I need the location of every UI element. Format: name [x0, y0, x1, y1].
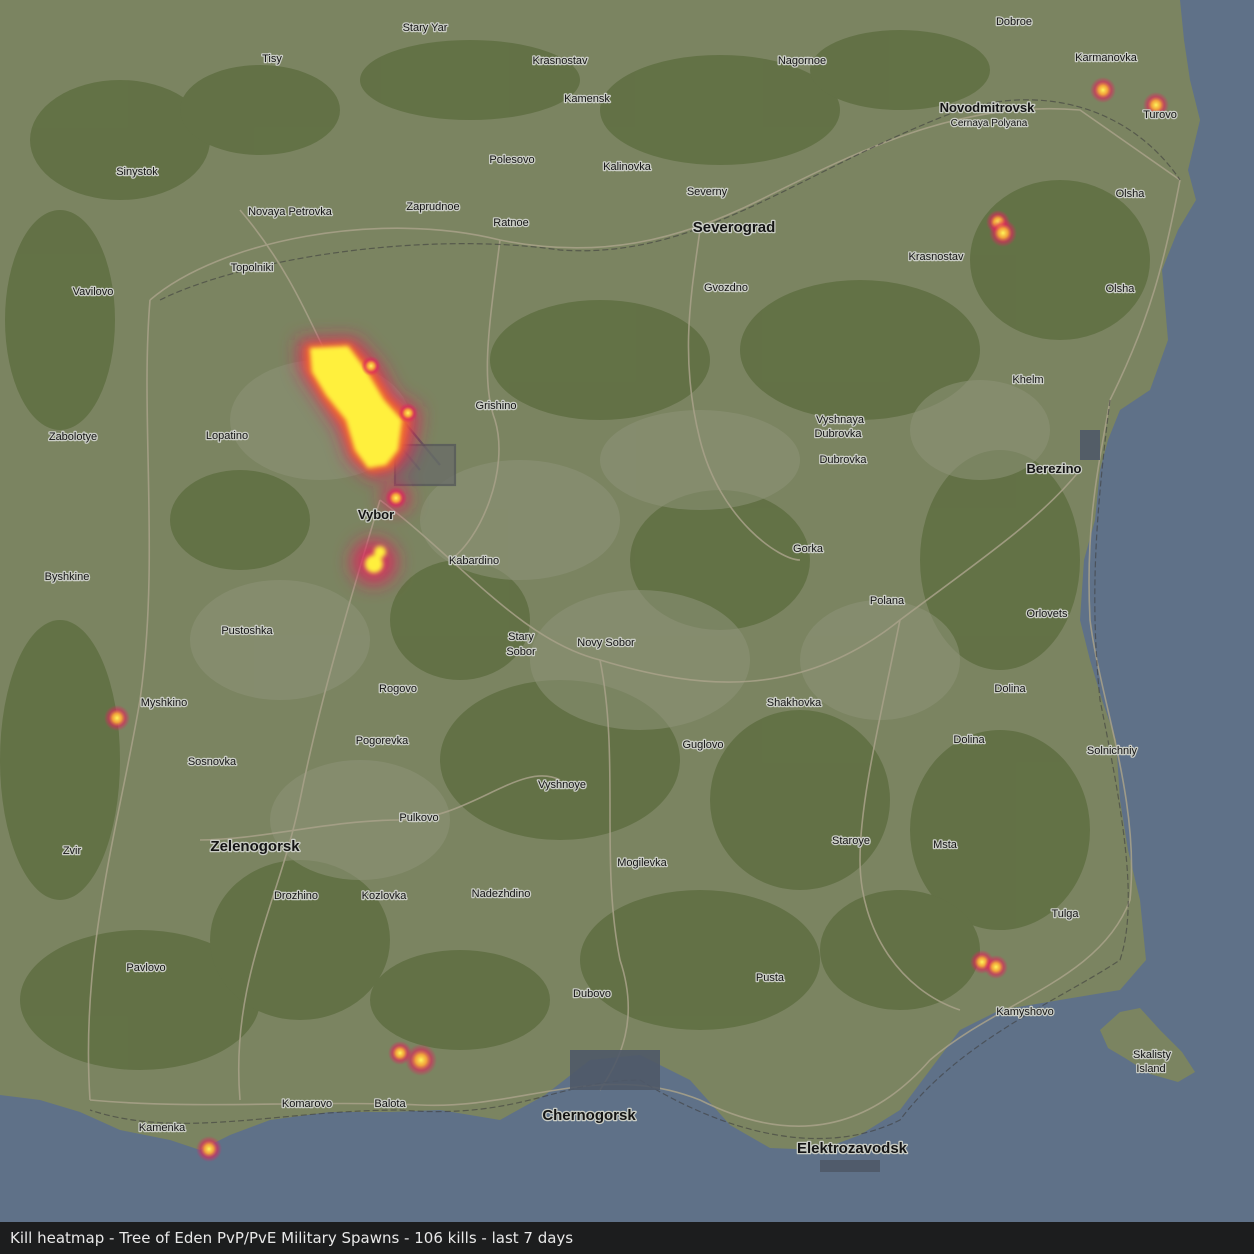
label-olsha-south: Olsha: [1106, 283, 1136, 295]
label-komarovo: Komarovo: [282, 1098, 332, 1110]
label-ratnoe: Ratnoe: [493, 217, 528, 229]
label-novaya-petrovka: Novaya Petrovka: [248, 206, 333, 218]
label-pogorevka: Pogorevka: [356, 735, 409, 747]
label-polana: Polana: [870, 595, 905, 607]
label-stary-sobor-1: Stary: [508, 631, 534, 643]
label-vybor: Vybor: [358, 507, 394, 522]
label-khelm: Khelm: [1012, 374, 1043, 386]
label-orlovets: Orlovets: [1027, 608, 1068, 620]
label-pustoshka: Pustoshka: [221, 625, 273, 637]
label-kamensk: Kamensk: [564, 93, 610, 105]
label-byshkine: Byshkine: [45, 571, 90, 583]
heat-spot: [385, 487, 407, 509]
label-sosnovka: Sosnovka: [188, 756, 237, 768]
heat-spot: [398, 403, 418, 423]
label-vyshnoye: Vyshnoye: [538, 779, 586, 791]
label-drozhino: Drozhino: [274, 890, 318, 902]
label-dolina: Dolina: [953, 734, 985, 746]
label-novodmitrovsk: Novodmitrovsk: [940, 100, 1035, 115]
label-kozlovka: Kozlovka: [362, 890, 408, 902]
label-dolina-north: Dolina: [994, 683, 1026, 695]
heat-spot: [196, 1136, 222, 1162]
label-gorka: Gorka: [793, 543, 824, 555]
label-grishino: Grishino: [476, 400, 517, 412]
label-tisy: Tisy: [262, 53, 282, 65]
heat-spot: [1090, 77, 1116, 103]
label-mogilevka: Mogilevka: [617, 857, 667, 869]
label-dubovo: Dubovo: [573, 988, 611, 1000]
label-chernogorsk: Chernogorsk: [542, 1107, 636, 1124]
label-zabolotye: Zabolotye: [49, 431, 97, 443]
label-krasnostav: Krasnostav: [908, 251, 964, 263]
label-rogovo: Rogovo: [379, 683, 417, 695]
label-krasnostav-north: Krasnostav: [532, 55, 588, 67]
heat-spot: [984, 955, 1008, 979]
heat-spot: [361, 356, 381, 376]
label-pusta: Pusta: [756, 972, 785, 984]
label-karmanovka: Karmanovka: [1075, 52, 1138, 64]
label-skalisty: Skalisty: [1133, 1049, 1171, 1061]
label-topolniki: Topolniki: [231, 262, 274, 274]
label-msta: Msta: [933, 839, 958, 851]
heatmap-caption: Kill heatmap - Tree of Eden PvP/PvE Mili…: [10, 1229, 574, 1247]
map-canvas[interactable]: Dobroe Stary Yar Tisy Krasnostav Karmano…: [0, 0, 1254, 1222]
heat-spot: [104, 705, 130, 731]
label-balota: Balota: [374, 1098, 406, 1110]
label-tulga: Tulga: [1051, 908, 1079, 920]
label-dobroe: Dobroe: [996, 16, 1032, 28]
label-nadezhdino: Nadezhdino: [472, 888, 531, 900]
label-zvir: Zvir: [63, 845, 82, 857]
label-pulkovo: Pulkovo: [399, 812, 438, 824]
label-sinystok: Sinystok: [116, 166, 158, 178]
label-myshkino: Myshkino: [141, 697, 187, 709]
label-vyshnaya: Vyshnaya: [816, 414, 865, 426]
label-olsha-north: Olsha: [1116, 188, 1146, 200]
label-vyshnaya-dubrovka: Dubrovka: [814, 428, 862, 440]
label-gvozdno: Gvozdno: [704, 282, 748, 294]
label-stary-sobor-2: Sobor: [506, 646, 536, 658]
label-vavilovo: Vavilovo: [73, 286, 114, 298]
label-dubrovka: Dubrovka: [819, 454, 867, 466]
label-stary-yar: Stary Yar: [403, 22, 448, 34]
label-zaprudnoe: Zaprudnoe: [406, 201, 459, 213]
label-island: Island: [1136, 1063, 1165, 1075]
label-shakhovka: Shakhovka: [767, 697, 822, 709]
label-severny: Severny: [687, 186, 728, 198]
label-pavlovo: Pavlovo: [126, 962, 165, 974]
label-kamenka: Kamenka: [139, 1122, 186, 1134]
label-turovo: Turovo: [1143, 109, 1177, 121]
heat-spot: [989, 219, 1017, 247]
label-berezino: Berezino: [1027, 461, 1082, 476]
label-kabardino: Kabardino: [449, 555, 499, 567]
label-polesovo: Polesovo: [489, 154, 534, 166]
label-novy-sobor: Novy Sobor: [577, 637, 635, 649]
label-cernaya-polyana: Cernaya Polyana: [951, 118, 1028, 129]
label-kalinovka: Kalinovka: [603, 161, 652, 173]
label-guglovo: Guglovo: [683, 739, 724, 751]
label-kamyshovo: Kamyshovo: [996, 1006, 1053, 1018]
label-lopatino: Lopatino: [206, 430, 248, 442]
label-nagornoe: Nagornoe: [778, 55, 826, 67]
heat-spot: [405, 1044, 437, 1076]
label-staroye: Staroye: [832, 835, 870, 847]
label-zelenogorsk: Zelenogorsk: [210, 838, 300, 855]
label-severograd: Severograd: [693, 219, 776, 236]
label-solnichniy: Solnichniy: [1087, 745, 1138, 757]
heatmap-caption-bar: Kill heatmap - Tree of Eden PvP/PvE Mili…: [0, 1222, 1254, 1254]
label-elektrozavodsk: Elektrozavodsk: [797, 1140, 908, 1157]
